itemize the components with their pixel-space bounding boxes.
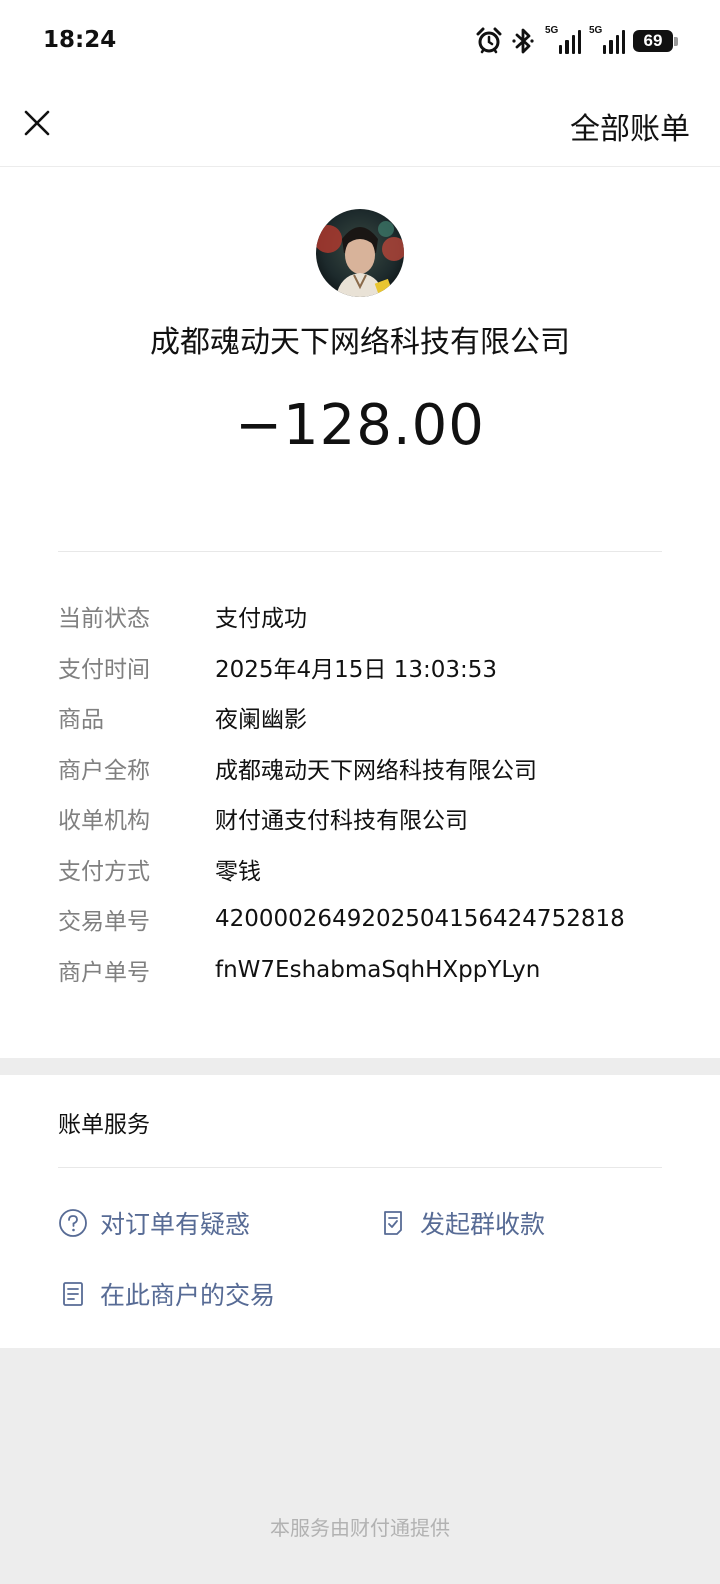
detail-label: 收单机构 <box>58 808 150 835</box>
detail-value: 零钱 <box>215 858 261 885</box>
battery-level: 69 <box>643 31 663 50</box>
divider <box>58 551 662 552</box>
status-icons: 5G 5G 69 <box>475 25 678 56</box>
all-bills-link[interactable]: 全部账单 <box>570 104 690 148</box>
signal-tag: 5G <box>545 25 559 36</box>
detail-value: 成都魂动天下网络科技有限公司 <box>215 757 537 784</box>
signal-5g-icon: 5G <box>545 25 581 54</box>
services-title: 账单服务 <box>58 1112 150 1138</box>
transaction-amount: −128.00 <box>235 393 485 458</box>
document-icon <box>63 1282 83 1306</box>
detail-row-merchant-order-id: 商户单号 fnW7EshabmaSqhHXppYLyn <box>58 945 678 996</box>
service-label: 在此商户的交易 <box>100 1281 276 1310</box>
detail-row-pay-time: 支付时间 2025年4月15日 13:03:53 <box>58 642 678 693</box>
service-label: 对订单有疑惑 <box>100 1210 251 1239</box>
detail-row-product: 商品 夜阑幽影 <box>58 692 678 743</box>
status-time: 18:24 <box>43 27 117 53</box>
merchant-avatar <box>316 209 404 297</box>
group-collection-button[interactable]: 发起群收款 <box>378 1205 545 1241</box>
question-circle-icon <box>59 1209 87 1237</box>
transaction-card: 成都魂动天下网络科技有限公司 −128.00 当前状态 支付成功 支付时间 20… <box>0 167 720 1058</box>
detail-label: 交易单号 <box>58 909 150 936</box>
detail-row-pay-method: 支付方式 零钱 <box>58 844 678 895</box>
status-bar: 18:24 5G 5G 69 <box>0 0 720 84</box>
signal-tag: 5G <box>589 25 603 36</box>
battery-icon: 69 <box>633 30 678 52</box>
transaction-details: 当前状态 支付成功 支付时间 2025年4月15日 13:03:53 商品 夜阑… <box>58 591 678 995</box>
detail-value: 支付成功 <box>215 606 307 633</box>
detail-row-transaction-id: 交易单号 4200002649202504156424752818 <box>58 894 678 945</box>
detail-label: 商户单号 <box>58 959 150 986</box>
service-label: 发起群收款 <box>420 1210 546 1239</box>
detail-value[interactable]: fnW7EshabmaSqhHXppYLyn <box>215 957 540 983</box>
detail-label: 当前状态 <box>58 606 150 633</box>
detail-row-merchant-full-name: 商户全称 成都魂动天下网络科技有限公司 <box>58 743 678 794</box>
divider <box>58 1167 662 1168</box>
detail-label: 商户全称 <box>58 757 150 784</box>
merchant-name: 成都魂动天下网络科技有限公司 <box>150 325 570 360</box>
battery-body: 69 <box>633 30 673 52</box>
footer-note: 本服务由财付通提供 <box>270 1516 450 1540</box>
detail-value: 夜阑幽影 <box>215 707 307 734</box>
nav-bar: 全部账单 <box>0 84 720 167</box>
detail-row-status: 当前状态 支付成功 <box>58 591 678 642</box>
bluetooth-icon <box>512 28 534 54</box>
merchant-transactions-button[interactable]: 在此商户的交易 <box>58 1276 275 1312</box>
detail-value[interactable]: 4200002649202504156424752818 <box>215 906 625 932</box>
detail-row-acquirer: 收单机构 财付通支付科技有限公司 <box>58 793 678 844</box>
close-icon[interactable] <box>22 108 52 138</box>
detail-value: 2025年4月15日 13:03:53 <box>215 656 498 683</box>
signal-5g-icon: 5G <box>589 25 625 54</box>
bill-services-card: 账单服务 对订单有疑惑 发起群收款 在此商户的交易 <box>0 1075 720 1348</box>
alarm-icon <box>476 27 502 54</box>
detail-label: 商品 <box>58 707 104 734</box>
detail-label: 支付方式 <box>58 858 150 885</box>
detail-value: 财付通支付科技有限公司 <box>215 808 468 835</box>
order-question-button[interactable]: 对订单有疑惑 <box>58 1205 250 1241</box>
detail-label: 支付时间 <box>58 656 150 683</box>
bill-detail-page: 18:24 5G 5G 69 全部账单 成都魂动天下网络科技有限公司 −128.… <box>0 0 720 1584</box>
checklist-icon <box>384 1211 402 1235</box>
